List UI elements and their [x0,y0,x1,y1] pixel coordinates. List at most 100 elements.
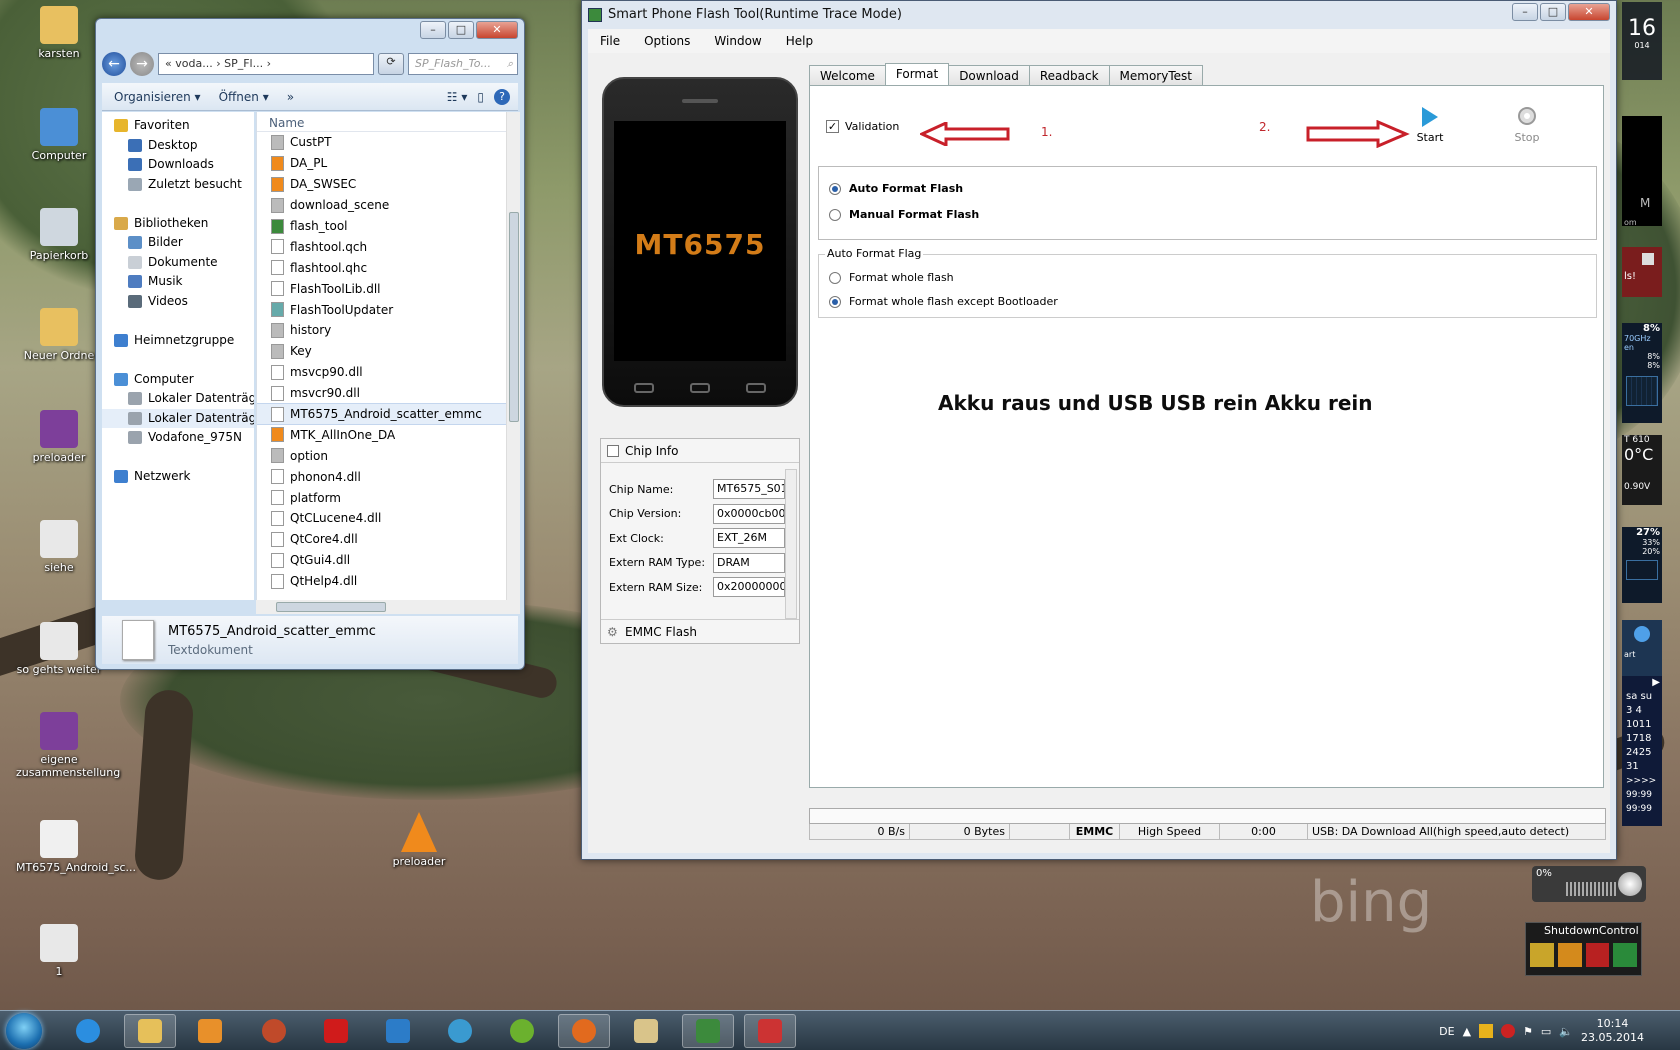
validation-checkbox[interactable]: ✓ Validation [826,120,899,133]
desktop-icon[interactable]: so gehts weiter [16,622,102,676]
tab-download[interactable]: Download [948,65,1030,85]
taskbar-utorrent[interactable] [496,1014,548,1048]
chip-info-value[interactable]: 0x20000000 [713,577,785,597]
chip-info-value[interactable]: DRAM [713,552,785,573]
standby-button[interactable] [1557,943,1582,967]
menu-help[interactable]: Help [786,34,813,48]
taskbar-app-5[interactable] [310,1014,362,1048]
desktop-icon[interactable]: eigene zusammenstellung [16,712,120,779]
auto-format-radio[interactable]: Auto Format Flash [829,182,963,195]
minimize-button[interactable]: – [420,21,446,39]
file-row[interactable]: DA_SWSEC [257,174,520,195]
nav-item[interactable]: Bilder [102,233,254,253]
tab-format[interactable]: Format [884,63,950,85]
desktop-icon[interactable]: 1 [16,924,102,978]
open-button[interactable]: Öffnen ▾ [219,90,269,104]
file-row[interactable]: QtHelp4.dll [257,571,520,592]
format-except-bootloader-radio[interactable]: Format whole flash except Bootloader [829,295,1058,308]
taskbar-explorer[interactable] [124,1014,176,1048]
more-button[interactable]: » [287,90,294,104]
taskbar-app-7[interactable] [434,1014,486,1048]
back-button[interactable]: ← [102,52,126,76]
file-row[interactable]: msvcr90.dll [257,383,520,404]
file-row[interactable]: FlashToolLib.dll [257,278,520,299]
organize-button[interactable]: Organisieren ▾ [114,90,201,104]
refresh-button[interactable]: ⟳ [378,53,404,75]
file-row[interactable]: DA_PL [257,153,520,174]
tray-app-icon[interactable] [1479,1024,1494,1038]
start-button[interactable]: Start [1405,106,1455,144]
lock-button[interactable] [1530,943,1554,967]
stop-button[interactable]: Stop [1502,106,1552,144]
taskbar-ie[interactable] [62,1014,114,1048]
chip-info-value[interactable]: EXT_26M [713,528,785,548]
nav-item[interactable]: Lokaler Datenträger [102,389,254,409]
file-row[interactable]: FlashToolUpdater [257,299,520,320]
manual-format-radio[interactable]: Manual Format Flash [829,208,979,221]
file-row[interactable]: history [257,320,520,341]
minimize-button[interactable]: – [1512,3,1538,21]
nav-item[interactable]: Desktop [102,136,254,156]
tab-welcome[interactable]: Welcome [809,65,886,85]
maximize-button[interactable]: □ [1540,3,1566,21]
language-indicator[interactable]: DE [1439,1025,1454,1038]
chip-info-value[interactable]: MT6575_S01 [713,479,785,499]
file-row[interactable]: option [257,445,520,466]
nav-item[interactable]: Dokumente [102,253,254,273]
volume-knob[interactable] [1618,872,1642,896]
nav-item[interactable]: Bibliotheken [102,214,254,234]
restart-button[interactable] [1613,943,1637,967]
taskbar-app-10[interactable] [620,1014,672,1048]
file-row[interactable]: Key [257,341,520,362]
address-bar[interactable]: « voda... › SP_Fl... › [158,53,374,75]
chip-info-value[interactable]: 0x0000cb00 [713,503,785,524]
desktop-icon[interactable]: preloader [16,410,102,464]
nav-item[interactable]: Musik [102,272,254,292]
search-input[interactable]: SP_Flash_To... ⌕ [408,53,518,75]
maximize-button[interactable]: □ [448,21,474,39]
file-row[interactable]: platform [257,487,520,508]
desktop-icon[interactable]: Neuer Ordne [16,308,102,362]
close-button[interactable]: ✕ [1568,3,1610,21]
tray-expand-icon[interactable]: ▲ [1463,1025,1471,1038]
forward-button[interactable]: → [130,52,154,76]
nav-item[interactable]: Heimnetzgruppe [102,331,254,351]
file-row[interactable]: flashtool.qhc [257,257,520,278]
desktop-icon[interactable]: karsten [16,6,102,60]
volume-icon[interactable]: 🔈 [1559,1025,1573,1038]
clock[interactable]: 10:14 23.05.2014 [1581,1017,1644,1045]
chip-info-scrollbar[interactable] [785,469,797,619]
file-row[interactable]: MTK_AllInOne_DA [257,424,520,445]
file-row[interactable]: QtCLucene4.dll [257,508,520,529]
start-button[interactable] [6,1013,42,1049]
taskbar-app-12[interactable] [744,1014,796,1048]
desktop-icon[interactable]: Papierkorb [16,208,102,262]
horizontal-scrollbar[interactable] [256,600,520,614]
emmc-flash-section[interactable]: ⚙ EMMC Flash [601,619,799,643]
desktop-icon[interactable]: Computer [16,108,102,162]
taskbar-app-4[interactable] [248,1014,300,1048]
menu-options[interactable]: Options [644,34,690,48]
menu-window[interactable]: Window [714,34,761,48]
file-row[interactable]: phonon4.dll [257,466,520,487]
tab-readback[interactable]: Readback [1028,65,1110,85]
desktop-icon[interactable]: siehe [16,520,102,574]
file-row[interactable]: QtCore4.dll [257,529,520,550]
column-header-name[interactable]: Name [257,112,520,132]
close-button[interactable]: ✕ [476,21,518,39]
format-whole-flash-radio[interactable]: Format whole flash [829,271,954,284]
desktop-icon[interactable]: MT6575_Android_sc... [16,820,136,874]
nav-item[interactable]: Favoriten [102,116,254,136]
nav-item[interactable]: Downloads [102,155,254,175]
vertical-scrollbar[interactable] [506,112,520,600]
taskbar-app-6[interactable] [372,1014,424,1048]
file-row[interactable]: flash_tool [257,216,520,237]
nav-item[interactable]: Zuletzt besucht [102,175,254,195]
network-icon[interactable]: ▭ [1541,1025,1551,1038]
nav-item[interactable]: Lokaler Datenträger [102,408,254,428]
taskbar-media[interactable] [184,1014,236,1048]
nav-item[interactable]: Computer [102,370,254,390]
menu-file[interactable]: File [600,34,620,48]
nav-item[interactable]: Netzwerk [102,467,254,487]
file-row[interactable]: msvcp90.dll [257,362,520,383]
